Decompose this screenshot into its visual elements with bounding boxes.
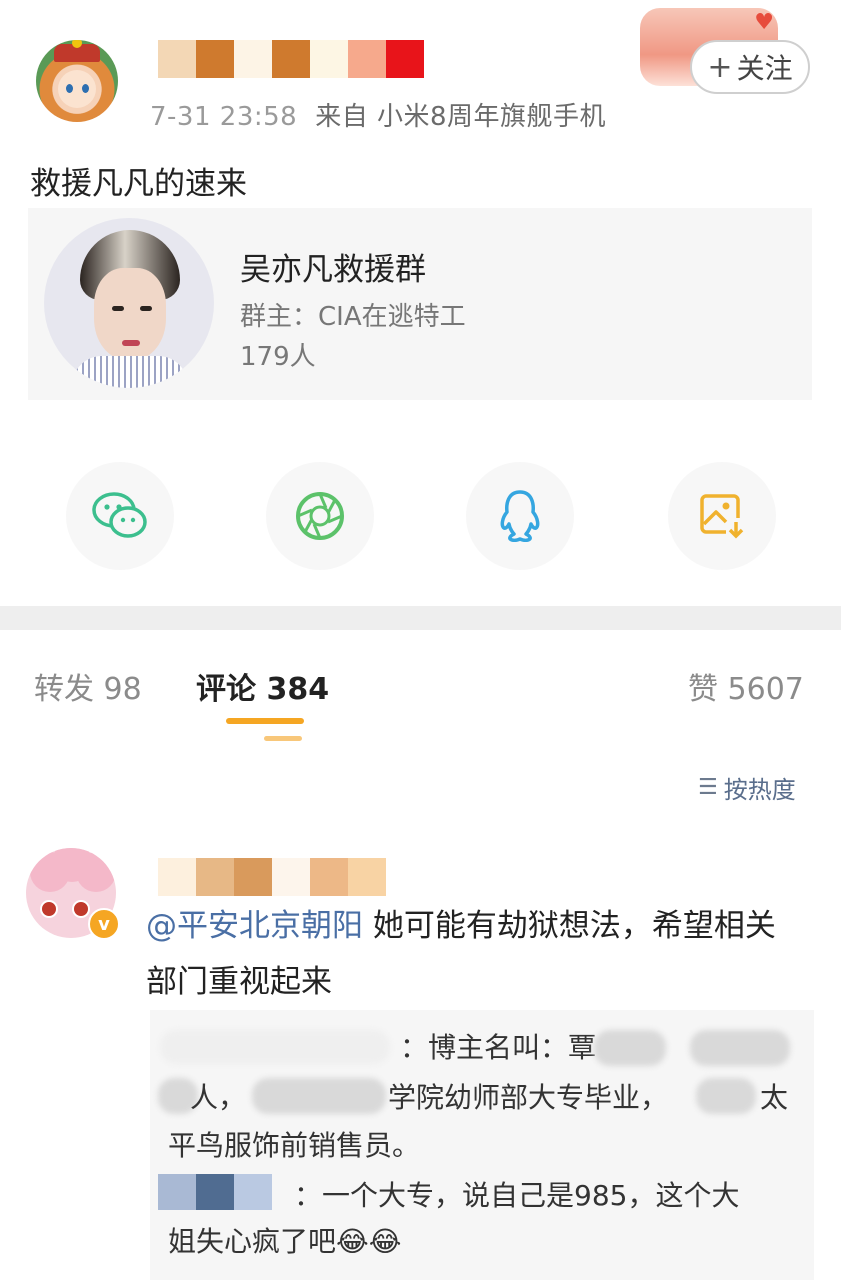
comment-text: @平安北京朝阳 她可能有劫狱想法，希望相关部门重视起来 bbox=[146, 898, 806, 1010]
wechat-icon bbox=[92, 492, 147, 538]
sort-label: 按热度 bbox=[723, 776, 796, 804]
follow-button[interactable]: + 关注 bbox=[690, 40, 810, 94]
poster-avatar[interactable] bbox=[36, 40, 118, 122]
quote-line-3: 平鸟服饰前销售员。 bbox=[168, 1129, 421, 1162]
plus-icon: + bbox=[707, 49, 733, 85]
post-source: 来自 小米8周年旗舰手机 bbox=[315, 102, 607, 132]
redacted-blur bbox=[594, 1030, 666, 1066]
tab-repost[interactable]: 转发 98 bbox=[34, 664, 142, 708]
moments-icon bbox=[296, 492, 344, 540]
heart-icon: ♥ bbox=[754, 10, 774, 35]
share-wechat-button[interactable] bbox=[66, 462, 174, 570]
quote-line-1: ：博主名叫：覃 bbox=[400, 1031, 597, 1064]
quote-line-2a: 人， bbox=[190, 1081, 247, 1114]
redacted-blur bbox=[690, 1030, 790, 1066]
redacted-blur bbox=[252, 1078, 386, 1114]
username-mosaic[interactable] bbox=[158, 40, 424, 78]
group-avatar bbox=[44, 218, 214, 388]
qq-icon bbox=[500, 490, 540, 543]
share-moments-button[interactable] bbox=[266, 462, 374, 570]
quote-line-2c: 太 bbox=[760, 1081, 789, 1114]
group-member-count: 179人 bbox=[240, 342, 316, 372]
active-tab-indicator-shadow bbox=[264, 736, 302, 741]
redacted-blur bbox=[160, 1030, 390, 1064]
tab-comment[interactable]: 评论 384 bbox=[196, 664, 329, 708]
post-time: 7-31 23:58 bbox=[150, 102, 298, 132]
save-image-button[interactable] bbox=[668, 462, 776, 570]
redacted-blur bbox=[696, 1078, 756, 1114]
tab-like[interactable]: 赞 5607 bbox=[688, 664, 804, 708]
save-image-icon bbox=[700, 494, 744, 539]
quote-line-4: ：一个大专，说自己是985，这个大 bbox=[294, 1179, 740, 1212]
quote-line-2b: 学院幼师部大专毕业， bbox=[388, 1081, 669, 1114]
group-owner: 群主：CIA在逃特工 bbox=[240, 302, 466, 332]
group-name: 吴亦凡救援群 bbox=[240, 252, 426, 288]
sort-by-hot-button[interactable]: ☰ 按热度 bbox=[698, 770, 796, 805]
follow-label: 关注 bbox=[736, 52, 793, 85]
commenter-name-mosaic[interactable] bbox=[158, 858, 386, 896]
share-qq-button[interactable] bbox=[466, 462, 574, 570]
quote-user-mosaic[interactable] bbox=[158, 1174, 272, 1210]
quote-line-5: 姐失心疯了吧😂😂 bbox=[168, 1225, 402, 1258]
post-meta: 7-31 23:58 来自 小米8周年旗舰手机 bbox=[150, 96, 606, 133]
post-text: 救援凡凡的速来 bbox=[30, 166, 247, 202]
mention-link[interactable]: @平安北京朝阳 bbox=[146, 908, 363, 944]
sort-icon: ☰ bbox=[698, 775, 718, 800]
section-divider bbox=[0, 606, 841, 630]
active-tab-indicator bbox=[226, 718, 304, 724]
verified-badge-icon: v bbox=[88, 908, 120, 940]
